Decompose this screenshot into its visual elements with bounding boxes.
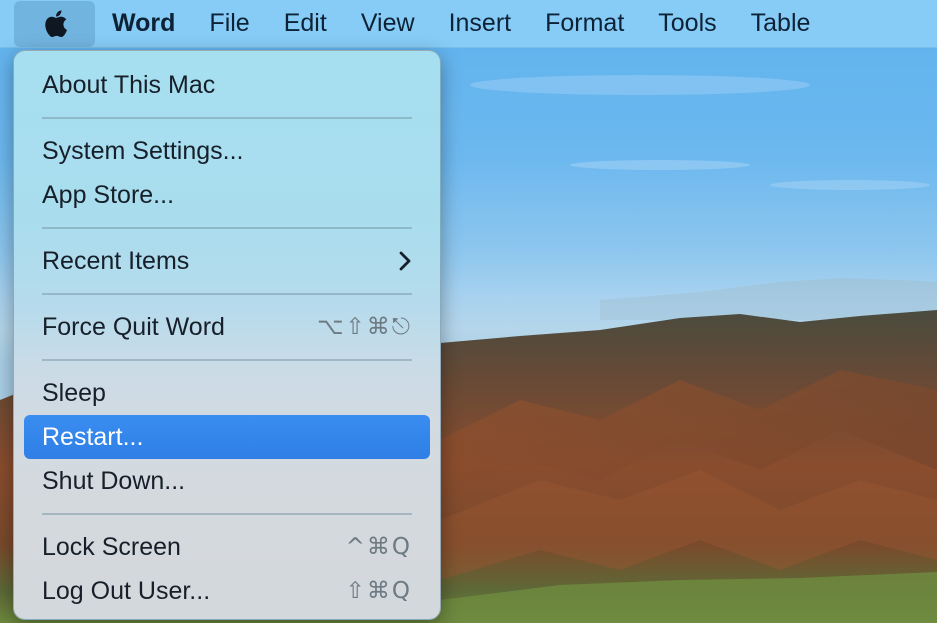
menu-separator xyxy=(42,513,412,515)
menu-item-shut-down[interactable]: Shut Down... xyxy=(24,459,430,503)
apple-logo-icon xyxy=(44,10,67,37)
menu-item-system-settings[interactable]: System Settings... xyxy=(24,129,430,173)
menu-item-label: About This Mac xyxy=(42,70,216,99)
menu-separator xyxy=(42,117,412,119)
menubar-word[interactable]: Word xyxy=(95,0,192,47)
menu-item-label: Recent Items xyxy=(42,246,190,275)
menu-item-label: Force Quit Word xyxy=(42,312,225,341)
menu-item-label: System Settings... xyxy=(42,136,244,165)
menu-separator xyxy=(42,293,412,295)
distant-mountain xyxy=(600,278,937,320)
menu-item-label: Log Out User... xyxy=(42,576,211,605)
cloud xyxy=(570,160,750,170)
keyboard-shortcut: ^⌘Q xyxy=(345,534,412,560)
menu-item-label: Restart... xyxy=(42,422,144,451)
chevron-right-icon xyxy=(399,251,411,271)
menu-item-label: Lock Screen xyxy=(42,532,181,561)
cloud xyxy=(770,180,930,190)
menu-item-sleep[interactable]: Sleep xyxy=(24,371,430,415)
menu-item-label: App Store... xyxy=(42,180,175,209)
menu-item-force-quit[interactable]: Force Quit Word ⌥⇧⌘⎋ xyxy=(24,305,430,349)
menubar-edit[interactable]: Edit xyxy=(267,0,344,47)
apple-menu-button[interactable] xyxy=(14,0,95,47)
menu-item-app-store[interactable]: App Store... xyxy=(24,173,430,217)
apple-menu-dropdown: About This Mac System Settings... App St… xyxy=(13,50,441,620)
menu-item-lock-screen[interactable]: Lock Screen ^⌘Q xyxy=(24,525,430,569)
menu-item-label: Shut Down... xyxy=(42,466,186,495)
menu-item-log-out[interactable]: Log Out User... ⇧⌘Q xyxy=(24,569,430,613)
menubar-tools[interactable]: Tools xyxy=(641,0,733,47)
menu-item-recent-items[interactable]: Recent Items xyxy=(24,239,430,283)
menubar-format[interactable]: Format xyxy=(528,0,641,47)
menu-separator xyxy=(42,359,412,361)
menubar-insert[interactable]: Insert xyxy=(432,0,529,47)
menubar-file[interactable]: File xyxy=(192,0,266,47)
menu-item-restart[interactable]: Restart... xyxy=(24,415,430,459)
keyboard-shortcut: ⇧⌘Q xyxy=(345,578,412,604)
cloud xyxy=(470,75,810,95)
menu-separator xyxy=(42,227,412,229)
menu-bar: Word File Edit View Insert Format Tools … xyxy=(0,0,937,48)
menubar-table[interactable]: Table xyxy=(734,0,828,47)
menu-item-label: Sleep xyxy=(42,378,106,407)
menubar-view[interactable]: View xyxy=(344,0,432,47)
keyboard-shortcut: ⌥⇧⌘⎋ xyxy=(317,314,412,340)
menu-item-about-this-mac[interactable]: About This Mac xyxy=(24,63,430,107)
